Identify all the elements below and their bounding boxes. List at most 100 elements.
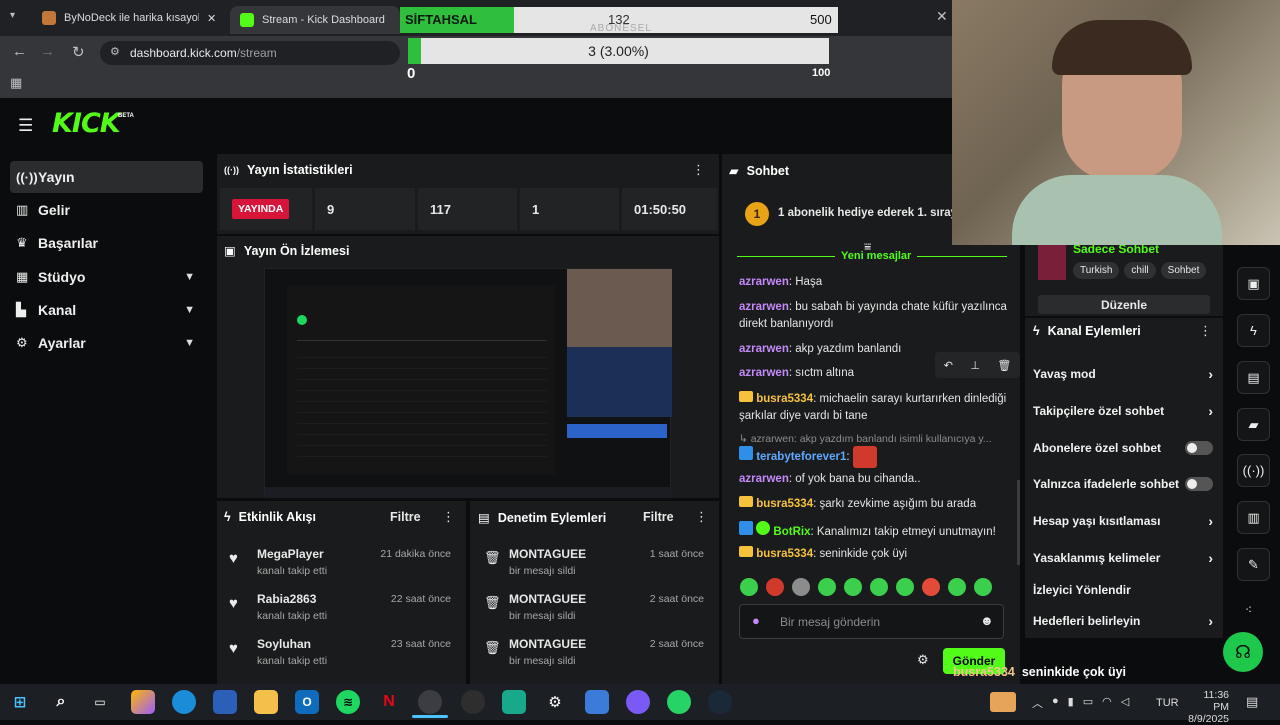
activity-user[interactable]: Rabia2863: [257, 592, 316, 606]
channel-action-item[interactable]: Abonelere özel sohbet: [1033, 440, 1213, 456]
search-icon[interactable]: ⌕: [49, 690, 73, 714]
more-options-icon[interactable]: ⋮: [442, 509, 455, 525]
chat-username[interactable]: azrarwen: [739, 367, 789, 379]
system-tray[interactable]: ︿ ● ▮ ▭ ◠ ◁: [1032, 695, 1129, 711]
chat-username[interactable]: terabyteforever1: [756, 451, 846, 463]
obs-icon[interactable]: [461, 690, 485, 714]
app-icon[interactable]: [502, 690, 526, 714]
kick-logo[interactable]: KICK: [52, 108, 121, 139]
chat-username[interactable]: BotRix: [773, 526, 810, 538]
more-options-icon[interactable]: ⋮: [1199, 323, 1212, 339]
emote-icon[interactable]: [948, 578, 966, 596]
broadcast-icon[interactable]: ((·)): [1237, 454, 1270, 487]
notes-icon[interactable]: ▤: [1237, 361, 1270, 394]
tray-battery-icon[interactable]: ▭: [1083, 695, 1093, 711]
close-window-icon[interactable]: ✕: [936, 8, 948, 25]
moderator-name[interactable]: MONTAGUEE: [509, 592, 586, 606]
microphone-icon[interactable]: ●: [752, 613, 760, 628]
stream-preview-video[interactable]: [264, 268, 672, 498]
emote-icon[interactable]: [896, 578, 914, 596]
sidebar-item-basarilar[interactable]: ♛ Başarılar: [10, 227, 203, 259]
moderation-filter-button[interactable]: Filtre: [643, 510, 674, 524]
copilot-icon[interactable]: [131, 690, 155, 714]
address-bar[interactable]: ⚙ dashboard.kick.com/stream: [100, 41, 400, 65]
store-icon[interactable]: [213, 690, 237, 714]
lightning-icon[interactable]: ϟ: [1237, 314, 1270, 347]
emote-icon[interactable]: [974, 578, 992, 596]
tray-mic-icon[interactable]: ▮: [1068, 695, 1074, 711]
language-indicator[interactable]: TUR: [1156, 697, 1179, 709]
emote-icon[interactable]: [922, 578, 940, 596]
channel-action-item[interactable]: Hedefleri belirleyin ›: [1033, 613, 1213, 629]
whatsapp-icon[interactable]: [667, 690, 691, 714]
steam-icon[interactable]: [708, 690, 732, 714]
chat-scrollbar[interactable]: [1017, 480, 1020, 565]
emote-icon[interactable]: [844, 578, 862, 596]
tag-chip[interactable]: Sohbet: [1160, 262, 1207, 279]
back-icon[interactable]: ←: [12, 43, 27, 60]
outlook-icon[interactable]: O: [295, 690, 319, 714]
browser-tab-bynodeck[interactable]: ByNoDeck ile harika kısayollar y ✕: [32, 4, 227, 32]
settings-icon[interactable]: ⚙: [543, 690, 567, 714]
sidebar-item-kanal[interactable]: ▙ Kanal ▼: [10, 294, 203, 326]
emote-icon[interactable]: [818, 578, 836, 596]
chat-username[interactable]: azrarwen: [739, 276, 789, 288]
app-icon[interactable]: [585, 690, 609, 714]
start-icon[interactable]: ⊞: [8, 690, 32, 714]
menu-icon[interactable]: ☰: [18, 116, 33, 136]
emote-icon[interactable]: [740, 578, 758, 596]
file-explorer-icon[interactable]: [254, 690, 278, 714]
sidebar-item-gelir[interactable]: ▥ Gelir: [10, 194, 203, 226]
discord-icon[interactable]: [626, 690, 650, 714]
chat-username[interactable]: azrarwen: [739, 343, 789, 355]
chat-username[interactable]: azrarwen: [739, 301, 789, 313]
toggle-switch[interactable]: [1185, 477, 1213, 491]
spotify-icon[interactable]: ≋: [336, 690, 360, 714]
channel-action-item[interactable]: Takipçilere özel sohbet ›: [1033, 403, 1213, 419]
edge-icon[interactable]: [172, 690, 196, 714]
chat-username[interactable]: busra5334: [756, 498, 813, 510]
chat-username[interactable]: azrarwen: [739, 473, 789, 485]
toggle-switch[interactable]: [1185, 441, 1213, 455]
activity-filter-button[interactable]: Filtre: [390, 510, 421, 524]
task-view-icon[interactable]: ▭: [88, 690, 112, 714]
tray-chevron-icon[interactable]: ︿: [1032, 695, 1043, 711]
chat-username[interactable]: busra5334: [756, 548, 813, 560]
chat-bubble-icon[interactable]: ▰: [1237, 408, 1270, 441]
emoji-icon[interactable]: ☻: [980, 613, 994, 628]
tag-chip[interactable]: chill: [1124, 262, 1156, 279]
more-options-icon[interactable]: ⋮: [692, 162, 705, 178]
chat-input-field[interactable]: ● Bir mesaj gönderin ☻: [739, 604, 1004, 639]
chat-settings-icon[interactable]: ⚙: [917, 652, 929, 668]
sidebar-item-ayarlar[interactable]: ⚙ Ayarlar ▼: [10, 327, 203, 359]
wrench-icon[interactable]: ✎: [1237, 548, 1270, 581]
activity-user[interactable]: Soyluhan: [257, 637, 311, 651]
site-info-icon[interactable]: ⚙: [110, 45, 120, 58]
channel-action-item[interactable]: Yavaş mod ›: [1033, 366, 1213, 382]
weather-icon[interactable]: [990, 692, 1016, 712]
category-thumbnail[interactable]: [1038, 242, 1066, 280]
moderator-name[interactable]: MONTAGUEE: [509, 637, 586, 651]
screen-capture-icon[interactable]: ▣: [1237, 267, 1270, 300]
reload-icon[interactable]: ↻: [72, 43, 85, 61]
tray-volume-icon[interactable]: ◁: [1121, 695, 1129, 711]
channel-action-item[interactable]: Yasaklanmış kelimeler ›: [1033, 550, 1213, 566]
channel-action-item[interactable]: Yalnızca ifadelerle sohbet: [1033, 476, 1213, 492]
dots-icon[interactable]: ⁖: [1245, 603, 1252, 617]
tray-camera-icon[interactable]: ●: [1052, 695, 1059, 711]
support-headset-icon[interactable]: ☊: [1223, 632, 1263, 672]
channel-action-item[interactable]: Hesap yaşı kısıtlaması ›: [1033, 513, 1213, 529]
emote-icon[interactable]: [870, 578, 888, 596]
netflix-icon[interactable]: N: [377, 690, 401, 714]
tray-wifi-icon[interactable]: ◠: [1102, 695, 1112, 711]
edit-channel-button[interactable]: Düzenle: [1038, 295, 1210, 314]
sidebar-item-studyo[interactable]: ▦ Stüdyo ▼: [10, 261, 203, 293]
layout-icon[interactable]: ▥: [1237, 501, 1270, 534]
notification-icon[interactable]: ▤: [1246, 694, 1258, 710]
close-tab-icon[interactable]: ✕: [207, 12, 216, 25]
emote-icon[interactable]: [766, 578, 784, 596]
emote-icon[interactable]: [792, 578, 810, 596]
moderator-name[interactable]: MONTAGUEE: [509, 547, 586, 561]
apps-grid-icon[interactable]: ▦: [10, 75, 22, 91]
activity-user[interactable]: MegaPlayer: [257, 547, 324, 561]
